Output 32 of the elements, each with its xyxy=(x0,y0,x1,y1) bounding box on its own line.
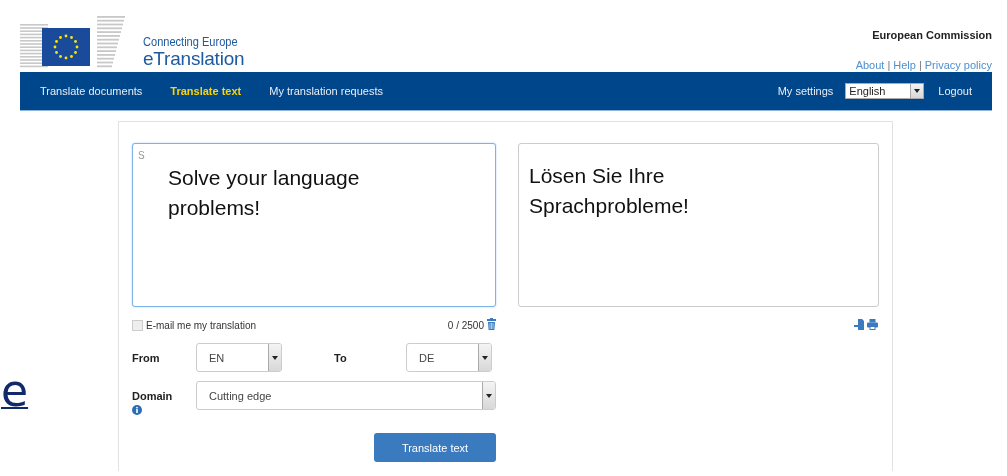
target-language-dropdown[interactable]: DE xyxy=(406,343,492,372)
source-language-dropdown[interactable]: EN xyxy=(196,343,282,372)
to-label: To xyxy=(334,351,348,364)
email-checkbox[interactable] xyxy=(132,320,143,331)
export-document-icon[interactable] xyxy=(854,318,864,333)
header-link[interactable]: Help xyxy=(893,59,916,71)
header-link[interactable]: Privacy policy xyxy=(924,59,992,71)
domain-dropdown[interactable]: Cutting edge xyxy=(196,381,496,410)
print-icon[interactable] xyxy=(867,318,878,333)
domain-label: Domain xyxy=(132,390,173,402)
info-icon[interactable] xyxy=(132,403,142,418)
link-separator: | xyxy=(887,59,891,71)
character-counter: 0 / 2500 xyxy=(447,320,484,331)
trash-icon[interactable] xyxy=(487,318,496,333)
logout-link[interactable]: Logout xyxy=(938,85,972,97)
email-label: E-mail me my translation xyxy=(146,320,257,331)
slide-heading-fragment: e xyxy=(1,369,29,413)
nav-tab[interactable]: Translate text xyxy=(170,85,242,97)
language-select[interactable]: English xyxy=(845,83,925,99)
settings-link[interactable]: My settings xyxy=(777,85,834,97)
link-separator: | xyxy=(918,59,922,71)
from-label: From xyxy=(132,351,161,364)
organisation-name: European Commission xyxy=(872,29,992,41)
translate-button[interactable]: Translate text xyxy=(374,433,496,462)
header-link[interactable]: About xyxy=(855,59,885,71)
nav-tab[interactable]: My translation requests xyxy=(269,85,383,97)
source-text-field[interactable]: S Solve your language problems! xyxy=(132,143,496,307)
nav-tab[interactable]: Translate documents xyxy=(40,85,143,97)
logo-title: eTranslation xyxy=(143,49,246,69)
logo-subtitle: Connecting Europe xyxy=(143,34,238,49)
overlay-caption: Lösen Sie Ihre Sprachprobleme! xyxy=(529,163,690,219)
overlay-caption: Solve your language problems! xyxy=(168,165,361,221)
